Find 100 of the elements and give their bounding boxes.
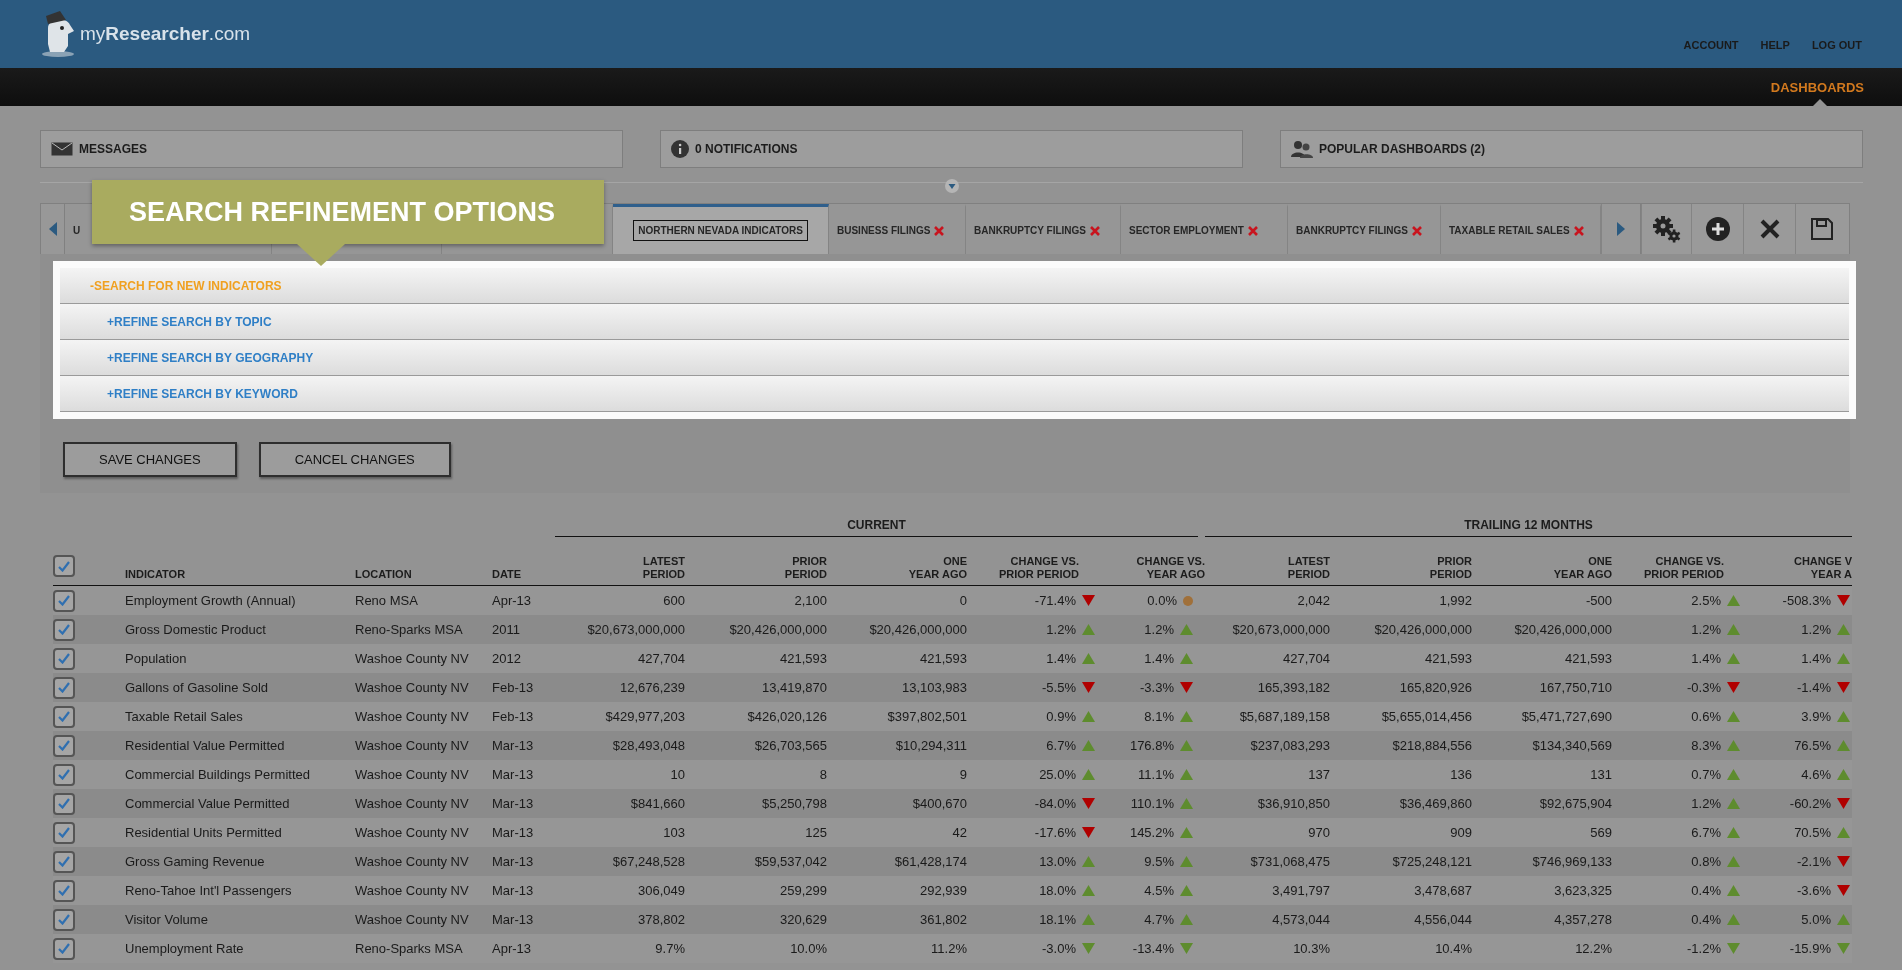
checkbox[interactable] xyxy=(53,618,75,641)
table-cell-text: 13,419,870 xyxy=(760,680,828,695)
callout-tooltip: SEARCH REFINEMENT OPTIONS xyxy=(92,180,604,244)
table-cell: 1.2% xyxy=(1144,622,1174,637)
table-cell-text: Washoe County NV xyxy=(355,854,470,869)
checkbox[interactable] xyxy=(53,734,75,757)
table-cell-text: 10.3% xyxy=(1292,941,1331,956)
table-cell: 3.9% xyxy=(1801,709,1831,724)
panel-label: 0 NOTIFICATIONS xyxy=(695,142,798,156)
table-cell-text: 421,593 xyxy=(919,651,968,666)
table-cell-text: $841,660 xyxy=(629,796,686,811)
checkmark-icon xyxy=(58,711,70,722)
save-button[interactable]: SAVE CHANGES xyxy=(63,442,237,477)
checkbox[interactable] xyxy=(53,555,75,577)
table-cell-text: $28,493,048 xyxy=(611,738,686,753)
table-cell-text: 421,593 xyxy=(779,651,828,666)
table-cell: -13.4% xyxy=(1132,941,1174,956)
checkbox[interactable] xyxy=(53,792,75,815)
table-cell-text: 103 xyxy=(662,825,686,840)
checkbox[interactable] xyxy=(53,676,75,699)
table-cell: -17.6% xyxy=(1034,825,1076,840)
table-cell: 11.1% xyxy=(1138,767,1174,782)
tab[interactable]: BANKRUPTCY FILINGS xyxy=(966,204,1121,254)
accordion-item[interactable]: +REFINE SEARCH BY GEOGRAPHY xyxy=(60,340,1849,376)
close-icon[interactable] xyxy=(1090,225,1101,236)
tab[interactable]: TAXABLE RETAIL SALES xyxy=(1441,204,1601,254)
table-cell-text: 970 xyxy=(1307,825,1331,840)
info-panel[interactable]: 0 NOTIFICATIONS xyxy=(660,130,1243,168)
info-panel[interactable]: MESSAGES xyxy=(40,130,623,168)
caret-icon xyxy=(48,222,57,236)
table-cell-text: Mar-13 xyxy=(492,796,535,811)
table-cell-text: Apr-13 xyxy=(492,593,533,608)
tab[interactable]: NORTHERN NEVADA INDICATORS xyxy=(613,204,829,254)
table-cell: 0.9% xyxy=(1046,709,1076,724)
accordion-item[interactable]: +REFINE SEARCH BY TOPIC xyxy=(60,304,1849,340)
table-cell: 9.5% xyxy=(1144,854,1174,869)
table-cell-text: $725,248,121 xyxy=(1391,854,1473,869)
checkbox[interactable] xyxy=(53,647,75,670)
table-cell: -3.0% xyxy=(1042,941,1076,956)
checkmark-icon xyxy=(58,740,70,751)
cancel-button[interactable]: CANCEL CHANGES xyxy=(258,442,451,477)
table-cell-text: $5,687,189,158 xyxy=(1238,709,1331,724)
close-icon[interactable] xyxy=(1573,225,1584,236)
table-cell-text: $36,469,860 xyxy=(1398,796,1473,811)
table-cell-text: 361,802 xyxy=(919,912,968,927)
close-icon[interactable] xyxy=(1247,225,1258,236)
close-icon[interactable] xyxy=(934,225,945,236)
table-cell-text: 909 xyxy=(1449,825,1473,840)
close-icon[interactable] xyxy=(1412,225,1423,236)
checkmark-icon xyxy=(58,856,70,867)
table-cell: -2.1% xyxy=(1797,854,1831,869)
column-header: LATEST PERIOD xyxy=(1286,555,1331,582)
column-header: ONE YEAR AGO xyxy=(907,555,968,582)
checkmark-icon xyxy=(58,653,70,664)
table-cell: 0.4% xyxy=(1691,883,1721,898)
table-cell: 0.8% xyxy=(1691,854,1721,869)
accordion-item[interactable]: +REFINE SEARCH BY KEYWORD xyxy=(60,376,1849,412)
checkbox[interactable] xyxy=(53,937,75,960)
table-cell: 0.0% xyxy=(1147,593,1177,608)
table-cell-text: Mar-13 xyxy=(492,738,535,753)
table-cell: 8.3% xyxy=(1691,738,1721,753)
table-cell-text: 4,556,044 xyxy=(1413,912,1473,927)
table-cell-text: 165,820,926 xyxy=(1398,680,1473,695)
tab[interactable]: BUSINESS FILINGS xyxy=(829,204,966,254)
table-cell: 18.1% xyxy=(1039,912,1076,927)
table-cell-text: 167,750,710 xyxy=(1538,680,1613,695)
table-cell-text: Population xyxy=(124,651,188,666)
tab[interactable]: BANKRUPTCY FILINGS xyxy=(1288,204,1441,254)
checkmark-icon xyxy=(58,827,70,838)
info-panel[interactable]: POPULAR DASHBOARDS (2) xyxy=(1280,130,1863,168)
table-cell-text: Commercial Value Permitted xyxy=(124,796,291,811)
nav-tab[interactable]: DASHBOARDS xyxy=(1770,79,1864,95)
table-cell-text: Employment Growth (Annual) xyxy=(124,593,297,608)
table-cell-text: $20,426,000,000 xyxy=(1513,622,1613,637)
add-icon xyxy=(1705,217,1730,241)
table-cell-text: $731,068,475 xyxy=(1249,854,1331,869)
table-cell-text: 131 xyxy=(1589,767,1613,782)
table-cell: 0.4% xyxy=(1691,912,1721,927)
column-group-header: CURRENT xyxy=(555,509,1198,537)
table-cell: 1.4% xyxy=(1144,651,1174,666)
table-cell-text: 427,704 xyxy=(1282,651,1331,666)
column-group-header: TRAILING 12 MONTHS xyxy=(1205,509,1852,537)
scroll-right-button[interactable] xyxy=(1601,204,1641,254)
checkbox[interactable] xyxy=(53,850,75,873)
checkmark-icon xyxy=(58,943,70,954)
table-cell-text: Mar-13 xyxy=(492,825,535,840)
checkbox[interactable] xyxy=(53,821,75,844)
table-cell: 2.5% xyxy=(1691,593,1721,608)
tab[interactable]: SECTOR EMPLOYMENT xyxy=(1121,204,1288,254)
expand-icon[interactable] xyxy=(944,179,959,193)
selection-pointer xyxy=(1813,98,1828,106)
table-cell-text: $746,969,133 xyxy=(1531,854,1613,869)
checkbox[interactable] xyxy=(53,589,75,612)
table-cell-text: 137 xyxy=(1307,767,1331,782)
table-cell-text: $67,248,528 xyxy=(611,854,686,869)
checkbox[interactable] xyxy=(53,763,75,786)
table-cell-text: Unemployment Rate xyxy=(124,941,245,956)
checkbox[interactable] xyxy=(53,879,75,902)
checkbox[interactable] xyxy=(53,908,75,931)
checkbox[interactable] xyxy=(53,705,75,728)
